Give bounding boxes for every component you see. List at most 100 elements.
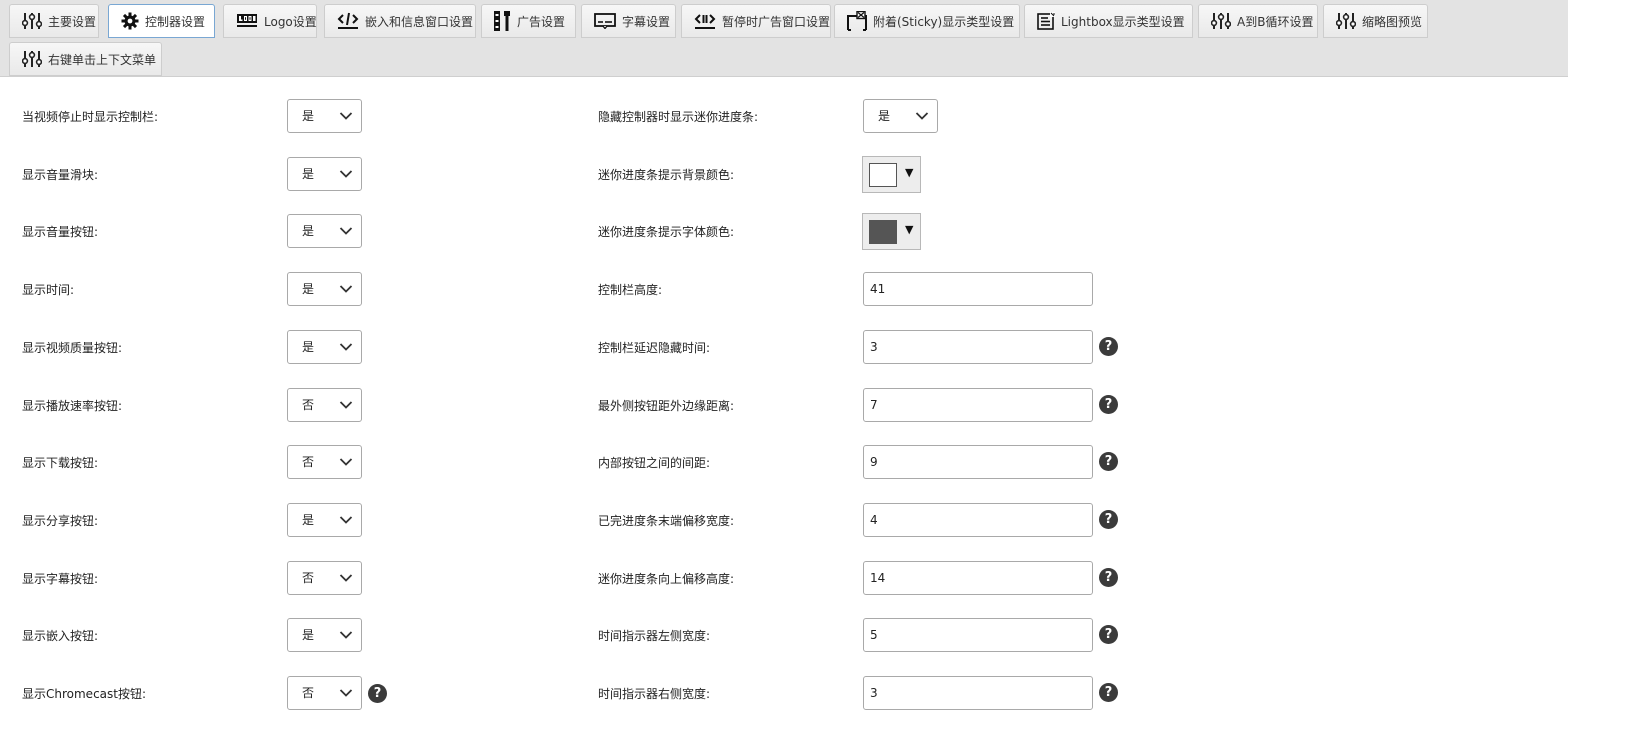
gear-icon [121,11,139,31]
yes-no-select[interactable]: 是 [287,503,362,537]
select-value: 是 [302,167,315,181]
tab-label: 控制器设置 [145,14,206,29]
tab-2[interactable]: 控制器设置 [108,4,215,38]
embed-icon [337,11,359,31]
tab-7[interactable]: 暂停时广告窗口设置 [681,4,831,38]
tab-label: 嵌入和信息窗口设置 [365,14,474,29]
chevron-down-icon [339,687,353,701]
setting-label: 显示视频质量按钮: [22,341,123,355]
tab-label: A到B循环设置 [1237,14,1314,29]
setting-label: 显示Chromecast按钮: [22,687,147,701]
tab-5[interactable]: 广告设置 [481,4,576,38]
yes-no-select[interactable]: 是 [287,330,362,364]
setting-label: 迷你进度条向上偏移高度: [598,572,735,586]
pause-ad-icon [694,11,716,31]
select-value: 是 [302,513,315,527]
setting-label: 显示下载按钮: [22,456,99,470]
yes-no-select[interactable]: 否 [287,445,362,479]
yes-no-select[interactable]: 否 [287,676,362,710]
number-input[interactable] [863,272,1093,306]
help-icon[interactable]: ? [1099,337,1118,356]
help-icon[interactable]: ? [1099,568,1118,587]
help-icon[interactable]: ? [368,684,387,703]
tab-12[interactable]: 右键单击上下文菜单 [9,42,162,76]
yes-no-select[interactable]: 是 [287,157,362,191]
select-value: 是 [302,109,315,123]
tab-label: 暂停时广告窗口设置 [722,14,831,29]
tab-label: 附着(Sticky)显示类型设置 [873,14,1015,29]
yes-no-select[interactable]: 是 [287,99,362,133]
tab-label: Logo设置 [264,14,317,29]
tab-label: Lightbox显示类型设置 [1061,14,1185,29]
tab-10[interactable]: A到B循环设置 [1198,4,1318,38]
setting-label: 控制栏延迟隐藏时间: [598,341,711,355]
logo-icon [236,11,258,31]
select-value: 否 [302,398,315,412]
help-icon[interactable]: ? [1099,683,1118,702]
select-value: 否 [302,571,315,585]
tab-1[interactable]: 主要设置 [9,4,99,38]
number-input[interactable] [863,503,1093,537]
help-icon[interactable]: ? [1099,395,1118,414]
sliders-icon [22,11,42,31]
tab-6[interactable]: 字幕设置 [581,4,676,38]
tab-4[interactable]: 嵌入和信息窗口设置 [324,4,476,38]
chevron-down-icon [339,572,353,586]
chevron-down-icon [339,341,353,355]
number-input[interactable] [863,561,1093,595]
chevron-down-icon [915,110,929,124]
chevron-down-icon [339,283,353,297]
select-value: 否 [302,455,315,469]
chevron-down-icon [339,399,353,413]
chevron-down-icon [339,629,353,643]
yes-no-select[interactable]: 是 [287,618,362,652]
number-input[interactable] [863,330,1093,364]
dropdown-arrow-icon: ▼ [905,166,914,179]
yes-no-select[interactable]: 是 [287,272,362,306]
subtitle-icon [594,11,616,31]
number-input[interactable] [863,445,1093,479]
setting-label: 时间指示器左侧宽度: [598,629,711,643]
tab-3[interactable]: Logo设置 [223,4,317,38]
tab-8[interactable]: 附着(Sticky)显示类型设置 [834,4,1020,38]
color-swatch [869,163,897,187]
setting-label: 隐藏控制器时显示迷你进度条: [598,110,759,124]
settings-tab-bar: 主要设置 控制器设置 Logo设置 嵌入和信息窗口设置 广告设置 字幕设置 暂停时广告窗口设… [0,0,1568,77]
setting-label: 显示音量滑块: [22,168,99,182]
yes-no-select[interactable]: 否 [287,561,362,595]
lightbox-icon [1037,11,1055,31]
setting-label: 最外侧按钮距外边缘距离: [598,399,735,413]
setting-label: 显示时间: [22,283,75,297]
color-picker[interactable]: ▼ [862,213,921,250]
help-icon[interactable]: ? [1099,452,1118,471]
tab-9[interactable]: Lightbox显示类型设置 [1024,4,1193,38]
setting-label: 显示音量按钮: [22,225,99,239]
yes-no-select[interactable]: 是 [863,99,938,133]
chevron-down-icon [339,456,353,470]
yes-no-select[interactable]: 否 [287,388,362,422]
yes-no-select[interactable]: 是 [287,214,362,248]
setting-label: 显示播放速率按钮: [22,399,123,413]
sliders-icon [1211,11,1231,31]
setting-label: 显示字幕按钮: [22,572,99,586]
number-input[interactable] [863,618,1093,652]
tab-11[interactable]: 缩略图预览 [1323,4,1428,38]
tab-label: 缩略图预览 [1362,14,1423,29]
select-value: 是 [878,109,891,123]
tab-label: 字幕设置 [622,14,671,29]
chevron-down-icon [339,225,353,239]
setting-label: 已完进度条末端偏移宽度: [598,514,735,528]
color-swatch [869,220,897,244]
tab-label: 右键单击上下文菜单 [48,52,157,67]
tab-label: 广告设置 [516,14,565,29]
help-icon[interactable]: ? [1099,625,1118,644]
chevron-down-icon [339,110,353,124]
number-input[interactable] [863,388,1093,422]
select-value: 是 [302,340,315,354]
help-icon[interactable]: ? [1099,510,1118,529]
setting-label: 控制栏高度: [598,283,663,297]
tab-label: 主要设置 [48,14,97,29]
number-input[interactable] [863,676,1093,710]
color-picker[interactable]: ▼ [862,156,921,193]
sliders-icon [22,49,42,69]
